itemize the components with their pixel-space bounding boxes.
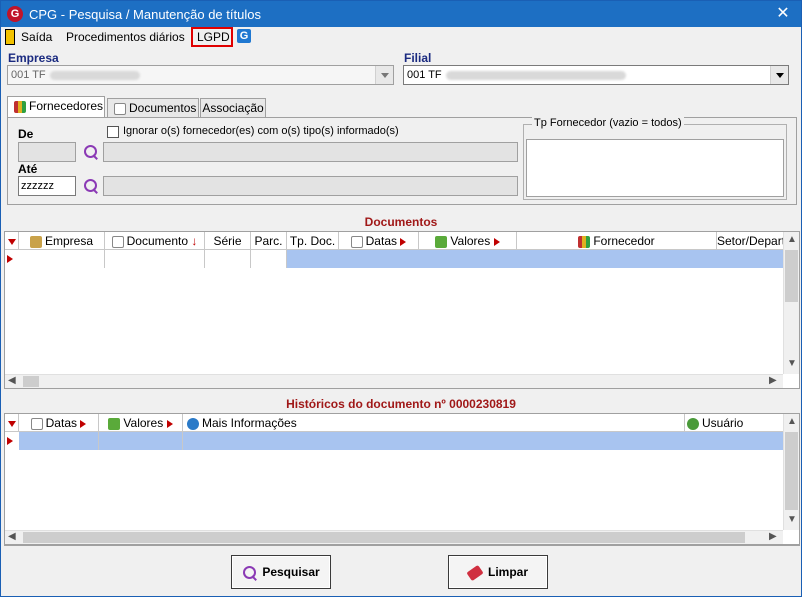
- filial-redacted: [446, 71, 626, 80]
- empresa-value: 001 TF: [11, 69, 46, 81]
- de-description-field: [103, 142, 518, 162]
- tab-fornecedores[interactable]: Fornecedores: [7, 96, 105, 118]
- empresa-select[interactable]: 001 TF: [7, 65, 394, 85]
- col-valores[interactable]: Valores: [419, 232, 517, 250]
- col-fornecedor[interactable]: Fornecedor: [517, 232, 717, 250]
- col-tp-doc[interactable]: Tp. Doc.: [287, 232, 339, 250]
- search-icon: [242, 565, 258, 581]
- search-icon[interactable]: [83, 178, 99, 194]
- col-setor[interactable]: Setor/Depart: [717, 232, 783, 250]
- scroll-right-icon[interactable]: ▶: [769, 531, 777, 542]
- documentos-grid: Empresa Documento ↓ Série Parc. Tp. Doc.…: [4, 231, 800, 389]
- col-empresa[interactable]: Empresa: [19, 232, 105, 250]
- scroll-up-icon[interactable]: ▲: [787, 234, 797, 245]
- documentos-hscrollbar[interactable]: ◀ ▶: [5, 374, 783, 388]
- limpar-label: Limpar: [487, 565, 528, 579]
- de-label: De: [18, 127, 34, 141]
- grid-options-icon[interactable]: [5, 414, 19, 432]
- grid-options-icon[interactable]: [5, 232, 19, 250]
- tab-associacao[interactable]: Associação: [200, 98, 266, 118]
- ate-description-field: [103, 176, 518, 196]
- documentos-vscrollbar[interactable]: ▲ ▼: [783, 232, 799, 374]
- ignore-checkbox-label: Ignorar o(s) fornecedor(es) com o(s) tip…: [123, 125, 399, 137]
- main-window: G CPG - Pesquisa / Manutenção de títulos…: [0, 0, 802, 597]
- calendar-icon: [30, 417, 43, 430]
- exit-door-icon: [5, 29, 15, 45]
- search-icon[interactable]: [83, 144, 99, 160]
- scroll-left-icon[interactable]: ◀: [8, 375, 16, 386]
- chevron-down-icon[interactable]: [770, 66, 788, 84]
- scroll-thumb[interactable]: [23, 376, 39, 387]
- pesquisar-label: Pesquisar: [262, 565, 320, 579]
- historicos-vscrollbar[interactable]: ▲ ▼: [783, 414, 799, 530]
- scroll-thumb[interactable]: [785, 250, 798, 302]
- chevron-down-icon[interactable]: [375, 66, 393, 84]
- building-icon: [29, 235, 42, 248]
- col-parc[interactable]: Parc.: [251, 232, 287, 250]
- document-icon: [111, 235, 124, 248]
- filial-select[interactable]: 001 TF: [403, 65, 789, 85]
- scroll-thumb[interactable]: [23, 532, 745, 543]
- menu-item-procedimentos-diarios[interactable]: Procedimentos diários: [66, 27, 185, 47]
- pesquisar-button[interactable]: Pesquisar: [231, 555, 331, 589]
- current-row-indicator: [7, 255, 13, 263]
- current-row-indicator: [7, 437, 13, 445]
- money-icon: [435, 235, 448, 248]
- col-documento[interactable]: Documento ↓: [105, 232, 205, 250]
- col-serie[interactable]: Série: [205, 232, 251, 250]
- suppliers-icon: [578, 235, 591, 248]
- scroll-thumb[interactable]: [785, 432, 798, 510]
- document-icon: [114, 102, 126, 115]
- window-title: CPG - Pesquisa / Manutenção de títulos: [29, 7, 261, 22]
- table-row[interactable]: [287, 250, 783, 268]
- g-logo-icon[interactable]: G: [237, 29, 251, 43]
- tp-fornecedor-group: Tp Fornecedor (vazio = todos): [523, 117, 787, 200]
- empresa-redacted: [50, 71, 140, 80]
- col-valores[interactable]: Valores: [99, 414, 183, 432]
- app-logo-icon: G: [7, 6, 23, 22]
- user-icon: [687, 417, 699, 430]
- scroll-left-icon[interactable]: ◀: [8, 531, 16, 542]
- eraser-icon: [466, 564, 484, 581]
- scroll-down-icon[interactable]: ▼: [787, 514, 797, 525]
- ate-input[interactable]: zzzzzz: [18, 176, 76, 196]
- limpar-button[interactable]: Limpar: [448, 555, 548, 589]
- scroll-up-icon[interactable]: ▲: [787, 416, 797, 427]
- menu-item-lgpd[interactable]: LGPD: [197, 27, 230, 47]
- filial-value: 001 TF: [407, 69, 442, 81]
- title-bar: G CPG - Pesquisa / Manutenção de títulos…: [1, 1, 801, 27]
- sort-desc-icon: ↓: [191, 234, 198, 248]
- empresa-label: Empresa: [8, 51, 59, 65]
- tab-documentos[interactable]: Documentos: [107, 98, 199, 118]
- info-icon: [187, 417, 199, 430]
- filial-label: Filial: [404, 51, 432, 65]
- col-usuario[interactable]: Usuário: [685, 414, 783, 432]
- historicos-grid: Datas Valores Mais Informações Usuário ▲…: [4, 413, 800, 545]
- ate-label: Até: [18, 162, 38, 176]
- calendar-icon: [350, 235, 363, 248]
- money-icon: [108, 417, 121, 430]
- historicos-title: Históricos do documento nº 0000230819: [286, 397, 516, 411]
- documentos-title: Documentos: [364, 215, 438, 229]
- col-mais-informacoes[interactable]: Mais Informações: [183, 414, 685, 432]
- menu-bar: Saída Procedimentos diários LGPD G: [1, 27, 801, 47]
- menu-item-saida[interactable]: Saída: [21, 27, 52, 47]
- tp-fornecedor-caption: Tp Fornecedor (vazio = todos): [532, 117, 684, 129]
- suppliers-icon: [14, 100, 26, 113]
- divider: [4, 545, 800, 546]
- tp-fornecedor-list[interactable]: [526, 139, 784, 197]
- tab-documentos-label: Documentos: [129, 101, 197, 115]
- scroll-right-icon[interactable]: ▶: [769, 375, 777, 386]
- col-datas[interactable]: Datas: [19, 414, 99, 432]
- close-icon[interactable]: ✕: [771, 3, 795, 25]
- ignore-checkbox[interactable]: [107, 126, 119, 138]
- col-datas[interactable]: Datas: [339, 232, 419, 250]
- historicos-hscrollbar[interactable]: ◀ ▶: [5, 530, 783, 544]
- tab-associacao-label: Associação: [202, 101, 264, 115]
- de-input[interactable]: [18, 142, 76, 162]
- tab-fornecedores-label: Fornecedores: [29, 99, 104, 113]
- scroll-down-icon[interactable]: ▼: [787, 358, 797, 369]
